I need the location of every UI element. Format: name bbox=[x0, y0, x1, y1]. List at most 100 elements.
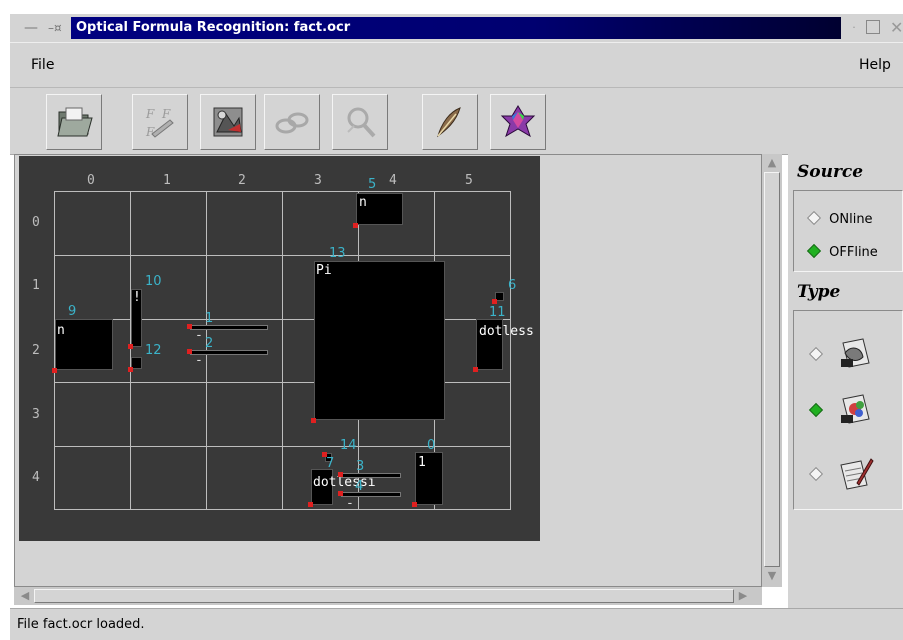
magnifier-icon bbox=[347, 107, 376, 138]
row-label: 4 bbox=[32, 470, 40, 485]
glyph-label: n bbox=[57, 323, 65, 338]
window-title: Optical Formula Recognition: fact.ocr bbox=[76, 20, 351, 35]
glyph-bar[interactable] bbox=[341, 473, 401, 478]
glyph-handle[interactable] bbox=[308, 502, 313, 507]
glyph-number: 3 bbox=[356, 459, 365, 474]
option-label: ONline bbox=[829, 212, 873, 227]
row-label: 0 bbox=[32, 215, 40, 230]
recognize-button[interactable] bbox=[200, 94, 256, 150]
zoom-button[interactable] bbox=[332, 94, 388, 150]
row-label: 3 bbox=[32, 407, 40, 422]
column-label: 1 bbox=[163, 173, 171, 188]
source-group: ONline OFFline bbox=[793, 190, 903, 272]
type-ps-option[interactable] bbox=[808, 331, 889, 375]
column-label: 0 bbox=[87, 173, 95, 188]
scroll-down-icon[interactable]: ▼ bbox=[764, 569, 780, 583]
glyph-label: ! bbox=[133, 290, 141, 305]
glyph-number: 9 bbox=[68, 304, 77, 319]
source-online-option[interactable]: ONline bbox=[806, 210, 873, 228]
glyph-handle[interactable] bbox=[338, 472, 343, 477]
glyph-number: 2 bbox=[205, 336, 214, 351]
glyph-label: - bbox=[346, 496, 354, 511]
glyph-handle[interactable] bbox=[412, 502, 417, 507]
radio-icon bbox=[806, 210, 822, 226]
glyph-handle[interactable] bbox=[128, 367, 133, 372]
formula-pencil-icon: F F F bbox=[145, 107, 174, 139]
glyph-number: 0 bbox=[427, 438, 436, 453]
glyph-handle[interactable] bbox=[353, 223, 358, 228]
row-label: 2 bbox=[32, 343, 40, 358]
glyph-number: 14 bbox=[340, 438, 357, 453]
vertical-scrollbar[interactable]: ▲ ▼ bbox=[762, 154, 782, 587]
glyph-number: 6 bbox=[508, 278, 517, 293]
glyph-number: 5 bbox=[368, 177, 377, 192]
glyph-label: - bbox=[195, 353, 203, 368]
glyph-label: 1 bbox=[418, 455, 426, 470]
ps-document-icon bbox=[841, 338, 870, 368]
vertical-scroll-thumb[interactable] bbox=[764, 172, 780, 567]
column-label: 3 bbox=[314, 173, 322, 188]
scroll-up-icon[interactable]: ▲ bbox=[764, 156, 780, 170]
type-group bbox=[793, 310, 903, 510]
column-label: 4 bbox=[389, 173, 397, 188]
glyph-handle[interactable] bbox=[311, 418, 316, 423]
glyph-handle[interactable] bbox=[187, 349, 192, 354]
type-title: Type bbox=[797, 282, 841, 302]
minimize-icon[interactable]: · bbox=[846, 14, 862, 42]
glyph-number: 10 bbox=[145, 274, 162, 289]
glyph-label: Pi bbox=[316, 263, 332, 278]
radio-selected-icon bbox=[808, 402, 824, 418]
glyph-label: n bbox=[359, 195, 367, 210]
image-document-icon bbox=[841, 394, 870, 424]
horizontal-scrollbar[interactable]: ◀ ▶ bbox=[14, 587, 762, 605]
glyph-number: 1 bbox=[205, 311, 214, 326]
svg-text:F: F bbox=[161, 107, 171, 121]
svg-text:F: F bbox=[145, 107, 155, 121]
menu-help[interactable]: Help bbox=[859, 43, 891, 87]
glyph-handle[interactable] bbox=[492, 299, 497, 304]
edit-formula-button[interactable]: F F F bbox=[132, 94, 188, 150]
glyph-number: 4 bbox=[355, 479, 364, 494]
menu-bar: File Help bbox=[10, 42, 903, 87]
glyph-handle[interactable] bbox=[187, 324, 192, 329]
column-label: 2 bbox=[238, 173, 246, 188]
horizontal-scroll-thumb[interactable] bbox=[34, 589, 734, 603]
solid-button[interactable] bbox=[490, 94, 546, 150]
glyph-handle[interactable] bbox=[338, 491, 343, 496]
type-image-option[interactable] bbox=[808, 387, 889, 431]
glyph-label: dotless bbox=[479, 324, 534, 339]
toolbar: F F F bbox=[10, 87, 903, 155]
source-offline-option[interactable]: OFFline bbox=[806, 243, 878, 261]
close-icon[interactable]: ✕ bbox=[890, 14, 903, 42]
open-button[interactable] bbox=[46, 94, 102, 150]
column-label: 5 bbox=[465, 173, 473, 188]
scroll-left-icon[interactable]: ◀ bbox=[18, 589, 32, 603]
pin-icon[interactable]: –¤ bbox=[48, 14, 66, 42]
link-icon bbox=[275, 112, 309, 134]
formula-canvas[interactable]: 0 1 2 3 4 5 0 1 2 3 4 n 5 Pi 13 n 9 ! 10… bbox=[19, 156, 540, 541]
glyph-label: - bbox=[195, 328, 203, 343]
type-handwriting-option[interactable] bbox=[808, 451, 889, 495]
option-label: OFFline bbox=[829, 245, 878, 260]
window-menu-icon[interactable]: — bbox=[24, 14, 46, 42]
glyph-handle[interactable] bbox=[128, 344, 133, 349]
write-button[interactable] bbox=[422, 94, 478, 150]
glyph-number: 7 bbox=[326, 456, 335, 471]
glyph-number: 13 bbox=[329, 246, 346, 261]
glyph-handle[interactable] bbox=[473, 367, 478, 372]
options-panel: Source ONline OFFline Type bbox=[788, 154, 903, 608]
glyph-box[interactable] bbox=[314, 261, 445, 420]
status-bar: File fact.ocr loaded. bbox=[10, 608, 903, 640]
link-button[interactable] bbox=[264, 94, 320, 150]
feather-icon bbox=[437, 107, 461, 138]
glyph-handle[interactable] bbox=[52, 368, 57, 373]
recognize-icon bbox=[213, 107, 243, 137]
maximize-icon[interactable] bbox=[866, 20, 880, 34]
radio-selected-icon bbox=[806, 243, 822, 259]
handwriting-icon bbox=[840, 458, 874, 490]
radio-icon bbox=[808, 466, 824, 482]
radio-icon bbox=[808, 346, 824, 362]
scroll-right-icon[interactable]: ▶ bbox=[736, 589, 750, 603]
polyhedron-icon bbox=[500, 105, 536, 138]
menu-file[interactable]: File bbox=[31, 43, 54, 87]
